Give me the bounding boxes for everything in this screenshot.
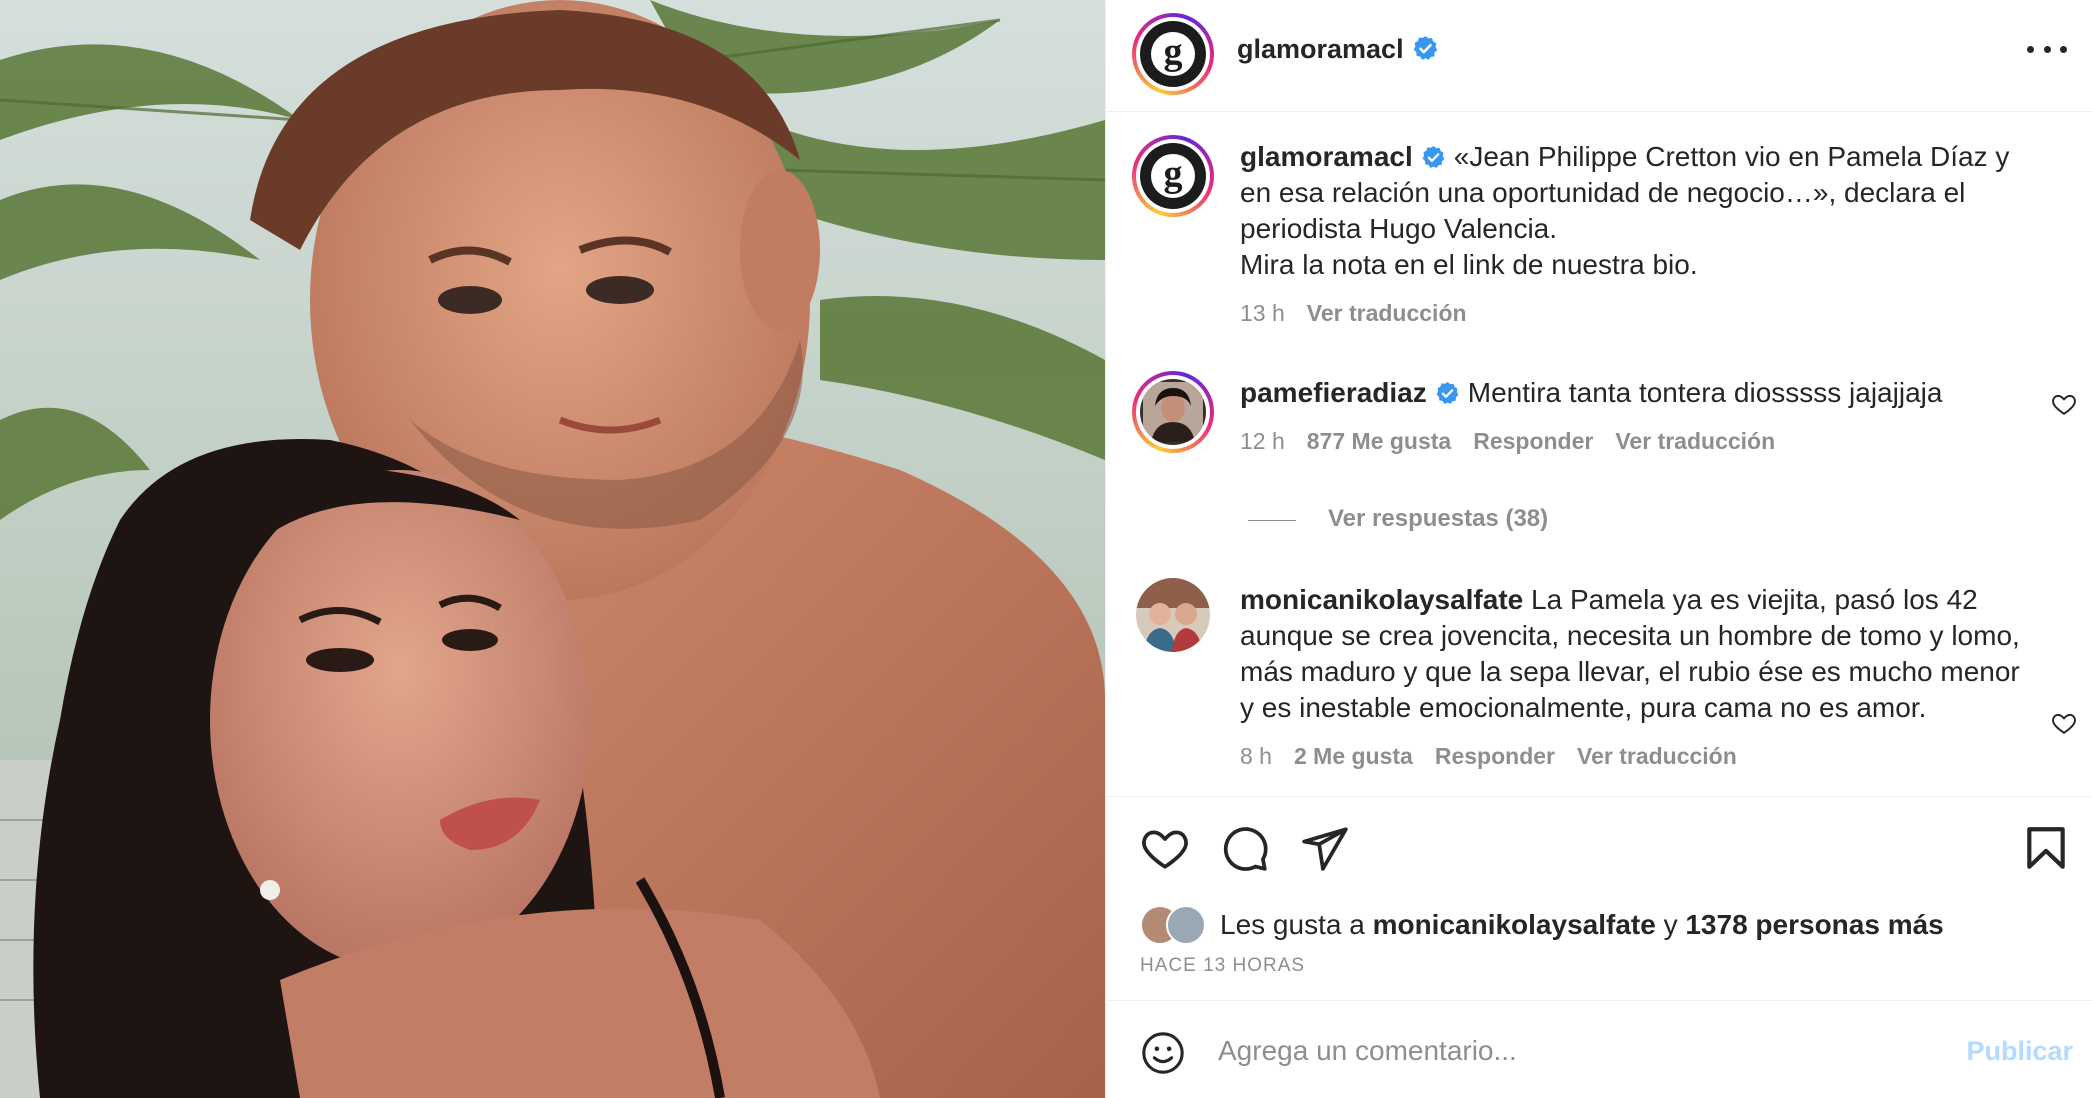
- comment-avatar[interactable]: [1132, 371, 1214, 453]
- account-name-row: glamoramacl: [1237, 34, 1439, 65]
- comments-list[interactable]: g glamoramacl «Jean Philippe Cretton vio …: [1106, 113, 2092, 795]
- share-icon[interactable]: [1300, 823, 1350, 873]
- liker-avatar: [1166, 905, 1206, 945]
- publish-button[interactable]: Publicar: [1966, 1036, 2073, 1067]
- caption-username[interactable]: glamoramacl: [1240, 141, 1413, 172]
- caption-time[interactable]: 13 h: [1240, 300, 1285, 326]
- comment-icon[interactable]: [1220, 823, 1270, 873]
- post-actions: Les gusta a monicanikolaysalfate y 1378 …: [1106, 796, 2092, 1001]
- bookmark-icon[interactable]: [2021, 823, 2071, 873]
- liker-avatars: [1140, 905, 1214, 945]
- caption-text-line2: Mira la nota en el link de nuestra bio.: [1240, 249, 1698, 280]
- caption-meta: 13 h Ver traducción: [1240, 295, 2033, 331]
- replies-divider: [1248, 520, 1296, 521]
- comment-translate-link[interactable]: Ver traducción: [1577, 743, 1737, 769]
- caption-translate-link[interactable]: Ver traducción: [1307, 300, 1467, 326]
- likes-prefix: Les gusta a: [1220, 909, 1365, 940]
- view-replies-button[interactable]: Ver respuestas (38): [1328, 505, 1548, 533]
- comment-input[interactable]: [1218, 1026, 1938, 1076]
- comment-avatar-image: [1143, 382, 1203, 442]
- comment-username[interactable]: monicanikolaysalfate: [1240, 584, 1523, 615]
- comment-username[interactable]: pamefieradiaz: [1240, 377, 1427, 408]
- caption-avatar[interactable]: g: [1132, 135, 1214, 217]
- comment-meta: 8 h 2 Me gusta Responder Ver traducción: [1240, 738, 2033, 774]
- verified-icon: [1413, 36, 1437, 60]
- post-timestamp[interactable]: HACE 13 HORAS: [1140, 955, 1305, 977]
- verified-icon: [1422, 146, 1445, 168]
- account-avatar[interactable]: g: [1132, 13, 1214, 95]
- comment-reply-button[interactable]: Responder: [1473, 428, 1593, 454]
- likes-summary[interactable]: Les gusta a monicanikolaysalfate y 1378 …: [1140, 905, 1944, 945]
- likes-others[interactable]: 1378 personas más: [1685, 909, 1943, 941]
- account-username[interactable]: glamoramacl: [1237, 34, 1404, 64]
- post-panel: g glamoramacl g glamoramacl «Jean Philipp…: [1105, 0, 2092, 1098]
- likes-user[interactable]: monicanikolaysalfate: [1373, 909, 1656, 941]
- comment-avatar[interactable]: [1136, 578, 1210, 652]
- like-heart-icon[interactable]: [1140, 823, 1190, 873]
- comment-avatar-image: [1136, 578, 1210, 652]
- comment-time[interactable]: 8 h: [1240, 743, 1272, 769]
- comment-text: Mentira tanta tontera diosssss jajajjaja: [1467, 377, 1943, 408]
- more-icon: [2027, 45, 2034, 53]
- account-logo: g: [1151, 32, 1195, 76]
- post-photo[interactable]: [0, 0, 1105, 1098]
- add-comment-bar: Publicar: [1106, 1002, 2092, 1098]
- heart-icon[interactable]: [2051, 710, 2077, 736]
- comment-likes[interactable]: 877 Me gusta: [1307, 428, 1451, 454]
- heart-icon[interactable]: [2051, 391, 2077, 417]
- comment-likes[interactable]: 2 Me gusta: [1294, 743, 1413, 769]
- comment-time[interactable]: 12 h: [1240, 428, 1285, 454]
- comment-reply-button[interactable]: Responder: [1435, 743, 1555, 769]
- comment-meta: 12 h 877 Me gusta Responder Ver traducción: [1240, 423, 2033, 459]
- emoji-icon[interactable]: [1140, 1030, 1186, 1076]
- post-photo-illustration: [0, 0, 1105, 1098]
- likes-joiner: y: [1663, 909, 1678, 940]
- comment-translate-link[interactable]: Ver traducción: [1615, 428, 1775, 454]
- more-options-button[interactable]: [2027, 34, 2067, 64]
- verified-icon: [1436, 382, 1459, 404]
- post-header: g glamoramacl: [1106, 0, 2092, 112]
